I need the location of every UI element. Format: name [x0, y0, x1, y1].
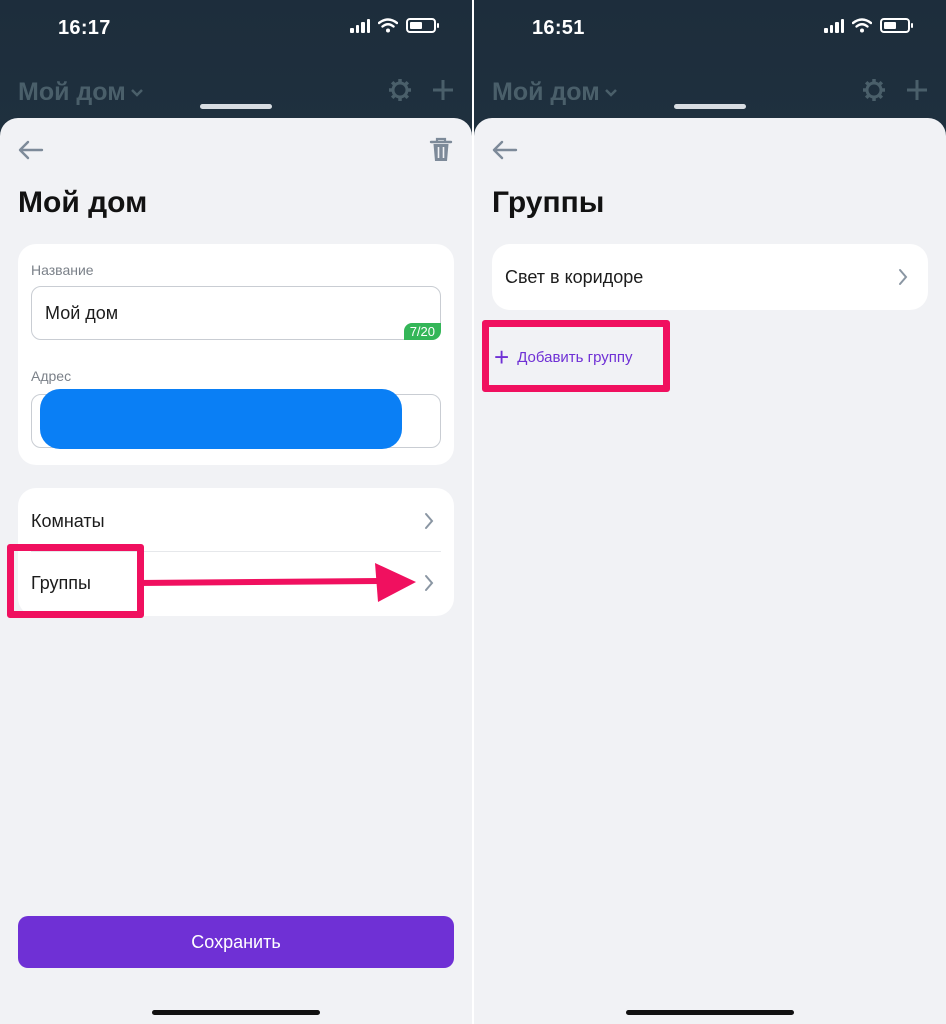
page-title: Группы [492, 186, 605, 219]
menu-item-rooms[interactable]: Комнаты [18, 490, 454, 552]
wifi-icon [378, 18, 398, 33]
address-field[interactable] [31, 389, 441, 449]
signal-icon [824, 18, 844, 33]
groups-list-card: Свет в коридоре [492, 244, 928, 310]
highlight-box-groups [7, 544, 144, 618]
address-redaction [40, 389, 402, 449]
status-icons [350, 18, 439, 33]
trash-icon[interactable] [428, 136, 454, 164]
plus-icon [433, 80, 453, 100]
gear-icon [863, 79, 885, 101]
signal-icon [350, 18, 370, 33]
status-bar: 16:51 [474, 0, 946, 52]
home-info-card: Название Мой дом 7/20 Адрес [18, 244, 454, 465]
home-selector-label: Мой дом [18, 78, 126, 106]
back-arrow-icon[interactable] [490, 138, 520, 162]
right-phone-screen: 16:51 Мой дом Группы Свет в коридоре + Д… [474, 0, 946, 1024]
left-phone-screen: 16:17 Мой дом Мой дом Название Мой дом 7… [0, 0, 472, 1024]
chevron-right-icon [425, 513, 434, 529]
status-time: 16:17 [58, 17, 111, 39]
home-selector-label: Мой дом [492, 78, 600, 106]
menu-item-rooms-label: Комнаты [31, 511, 105, 531]
name-field[interactable]: Мой дом 7/20 [31, 286, 441, 340]
chevron-down-icon [604, 88, 617, 97]
battery-icon [406, 18, 439, 33]
name-field-label: Название [31, 262, 94, 278]
chevron-down-icon [130, 88, 143, 97]
chevron-right-icon [899, 269, 908, 285]
name-field-value: Мой дом [45, 303, 119, 323]
status-bar: 16:17 [0, 0, 472, 52]
chevron-right-icon [425, 575, 434, 591]
groups-sheet: Группы Свет в коридоре + Добавить группу [474, 118, 946, 1024]
home-indicator [152, 1010, 320, 1015]
save-button[interactable]: Сохранить [18, 916, 454, 968]
plus-icon [907, 80, 927, 100]
home-indicator [626, 1010, 794, 1015]
sheet-grabber[interactable] [200, 104, 272, 109]
gear-icon [389, 79, 411, 101]
status-time: 16:51 [532, 17, 585, 39]
group-item[interactable]: Свет в коридоре [492, 246, 928, 308]
page-title: Мой дом [18, 186, 148, 219]
group-item-label: Свет в коридоре [505, 267, 644, 287]
sheet-grabber[interactable] [674, 104, 746, 109]
highlight-box-add-group [482, 320, 670, 392]
char-counter-badge: 7/20 [403, 323, 441, 340]
back-arrow-icon[interactable] [16, 138, 46, 162]
status-icons [824, 18, 913, 33]
address-field-label: Адрес [31, 368, 72, 384]
wifi-icon [852, 18, 872, 33]
battery-icon [880, 18, 913, 33]
